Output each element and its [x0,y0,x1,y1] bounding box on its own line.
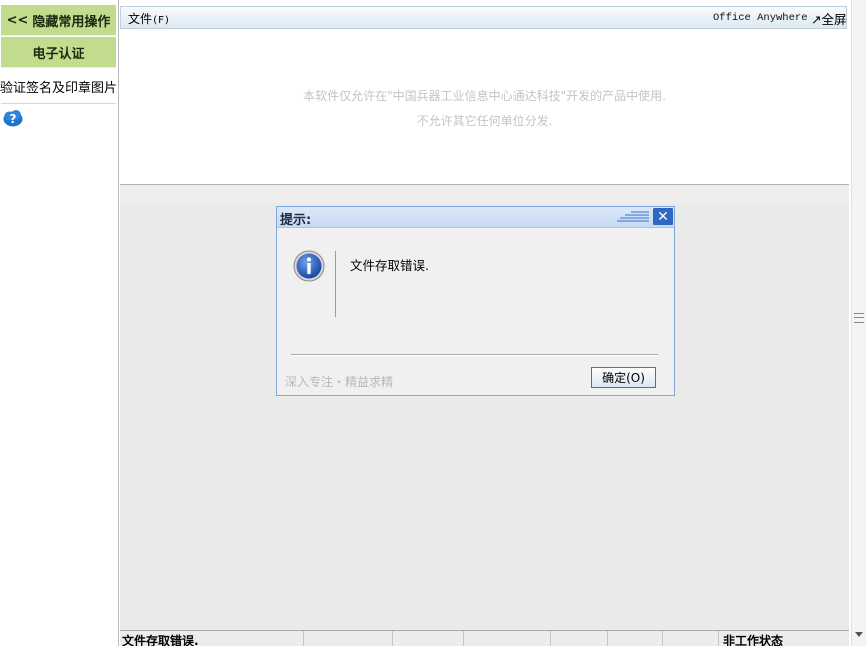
sidebar: << 隐藏常用操作 电子认证 验证签名及印章图片 ? [0,0,119,646]
ok-button[interactable]: 确定(O) [591,367,656,388]
dialog-slogan: 深入专注・精益求精 [285,375,394,389]
status-divider [607,631,608,646]
product-name: Office Anywhere [713,12,808,24]
status-divider [303,631,304,646]
status-divider [392,631,393,646]
alert-dialog: 提示: ✕ 文件存取错误. 深入专注・精益求精 确定(O) [276,206,675,396]
ecert-label: 电子认证 [32,46,85,62]
double-chevron-left-icon: << [6,12,29,28]
dialog-title: 提示: [280,213,312,228]
help-cloud-icon[interactable]: ? [3,108,23,128]
dialog-title-bar[interactable]: 提示: ✕ [277,207,674,228]
status-divider [718,631,719,646]
work-status: 非工作状态 [723,634,784,646]
ecert-button[interactable]: 电子认证 [1,37,116,68]
dialog-separator [291,354,658,356]
status-divider [463,631,464,646]
fullscreen-button[interactable]: ↗全屏 [811,9,846,28]
separator-bar [120,184,849,203]
dialog-message: 文件存取错误. [350,258,429,273]
menu-bar: 文件(F) Office Anywhere ↗全屏 [120,6,847,29]
status-divider [662,631,663,646]
close-icon[interactable]: ✕ [653,208,673,225]
file-menu[interactable]: 文件(F) [128,10,170,27]
hide-common-ops-button[interactable]: << 隐藏常用操作 [1,5,116,36]
status-divider [550,631,551,646]
document-area[interactable]: 本软件仅允许在"中国兵器工业信息中心通达科技"开发的产品中使用. 不允许其它任何… [120,30,849,185]
license-notice-line2: 不允许其它任何单位分发. [416,114,553,128]
file-menu-label: 文件 [128,12,153,26]
hide-common-ops-label: 隐藏常用操作 [32,14,111,30]
icon-divider [335,251,336,317]
status-message: 文件存取错误. [122,634,199,646]
svg-text:?: ? [10,112,17,126]
scroll-down-arrow-icon[interactable] [855,632,863,637]
app-window: << 隐藏常用操作 电子认证 验证签名及印章图片 ? 文件(F) Office … [0,0,866,646]
license-notice-line1: 本软件仅允许在"中国兵器工业信息中心通达科技"开发的产品中使用. [303,89,666,103]
file-menu-accel: (F) [152,15,171,26]
status-bar: 文件存取错误. 非工作状态 [120,630,849,646]
scrollbar-grip[interactable] [854,313,864,323]
title-decoration-icon [617,211,649,222]
verify-signature-label: 验证签名及印章图片 [0,80,118,96]
info-icon [293,250,325,282]
verify-signature-button[interactable]: 验证签名及印章图片 [0,69,118,104]
vertical-scrollbar[interactable] [851,0,866,646]
